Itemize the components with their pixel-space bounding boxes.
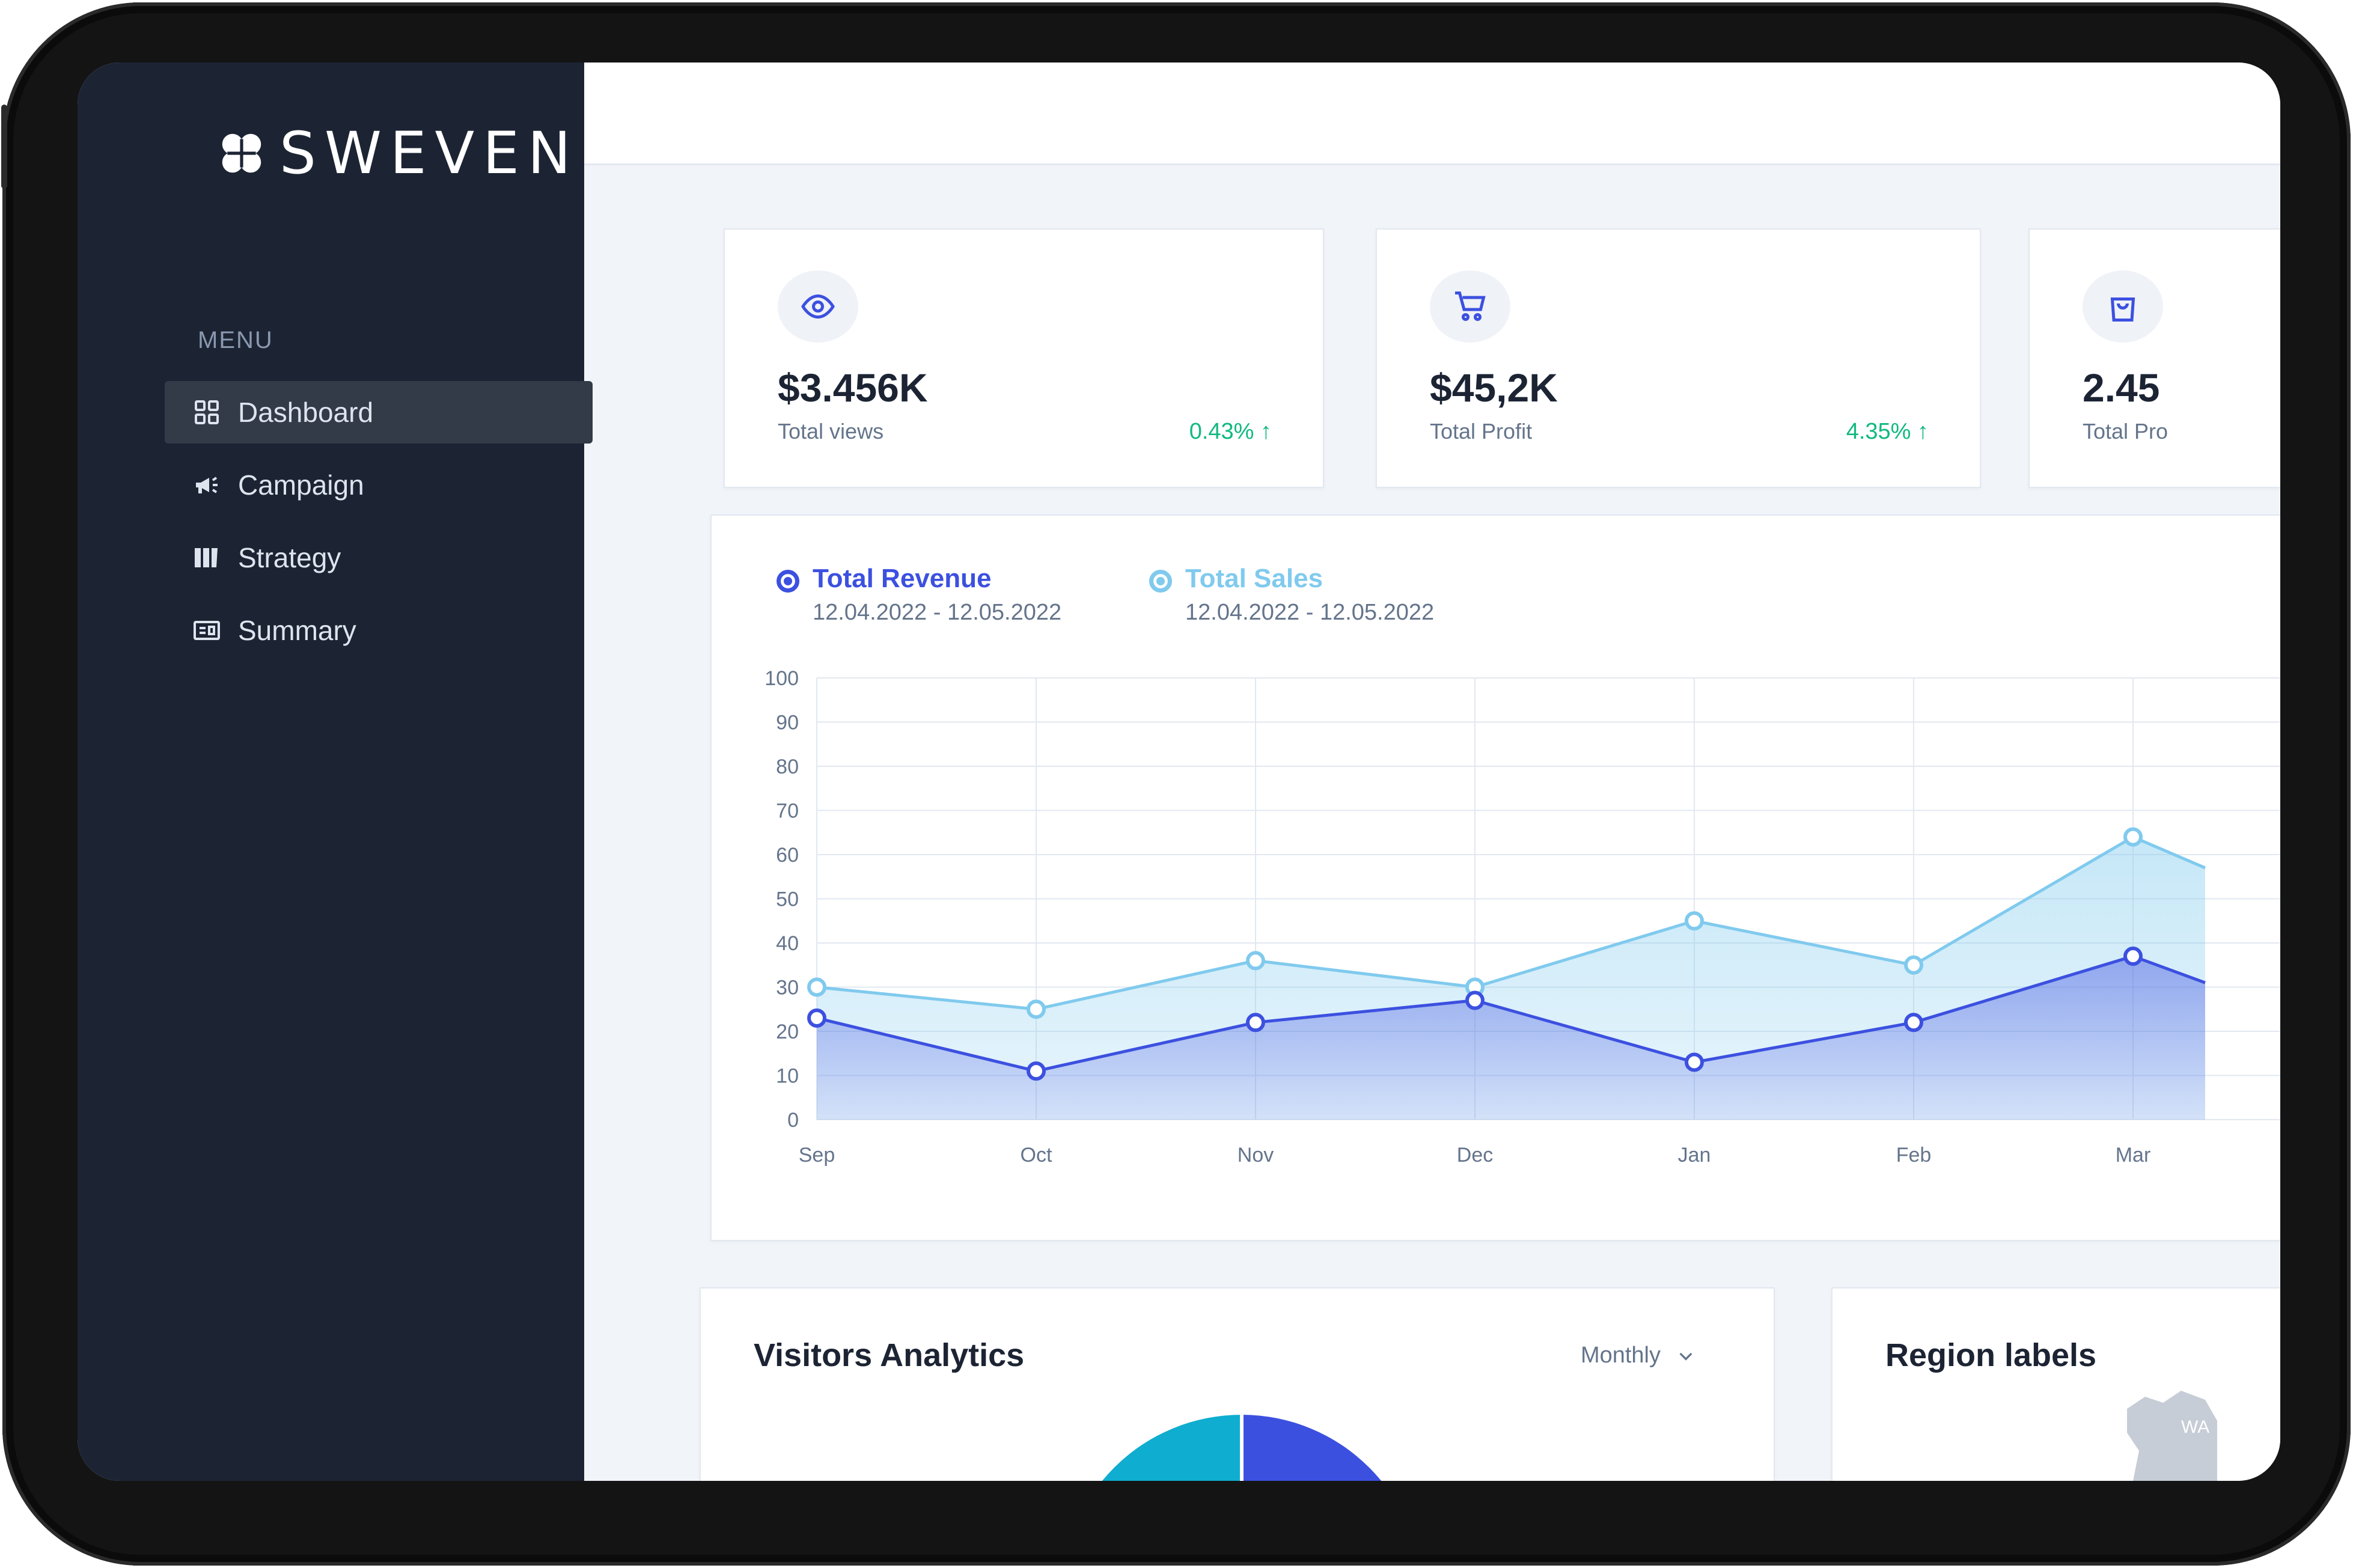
eye-icon — [801, 294, 835, 319]
data-point — [1685, 1052, 1704, 1072]
y-tick-label: 70 — [776, 800, 799, 823]
stat-value: 2.45 — [2083, 365, 2160, 410]
y-tick-label: 50 — [776, 888, 799, 911]
x-tick-label: Mar — [2116, 1144, 2151, 1167]
stat-change: 4.35% ↑ — [1846, 419, 1929, 445]
brand-name: SWEVEN — [279, 120, 579, 187]
data-point — [1685, 911, 1704, 931]
y-tick-label: 60 — [776, 844, 799, 867]
id-card-icon — [194, 621, 220, 640]
period-select[interactable]: Monthly — [1581, 1343, 1695, 1368]
y-tick-label: 0 — [787, 1109, 799, 1132]
sidebar-item-label: Strategy — [238, 542, 341, 573]
data-point — [1904, 955, 1923, 975]
x-tick-label: Oct — [1021, 1144, 1052, 1167]
grid-icon — [195, 400, 219, 424]
y-tick-label: 10 — [776, 1065, 799, 1088]
data-point — [1246, 1013, 1265, 1033]
chevron-down-icon — [1679, 1352, 1692, 1361]
menu-heading: MENU — [198, 327, 273, 353]
panel-title: Region labels — [1885, 1337, 2097, 1373]
screen: SWEVEN MENU Dashboard Campaign Strategy … — [78, 63, 2280, 1481]
y-tick-label: 80 — [776, 755, 799, 778]
stat-icon-wrap — [778, 270, 858, 343]
x-tick-label: Dec — [1457, 1144, 1493, 1167]
stat-change-value: 4.35% — [1846, 419, 1911, 444]
stat-change-value: 0.43% — [1189, 419, 1254, 444]
clover-icon — [222, 133, 261, 173]
shopping-bag-icon — [2110, 297, 2135, 322]
data-point — [1027, 1061, 1046, 1081]
sidebar-item-campaign[interactable]: Campaign — [165, 454, 593, 516]
stat-icon-wrap — [1430, 270, 1510, 343]
cart-icon — [1455, 291, 1486, 321]
arrow-up-icon: ↑ — [1917, 419, 1929, 444]
stat-change: 0.43% ↑ — [1189, 419, 1272, 445]
sidebar-item-label: Summary — [238, 615, 356, 646]
stat-label: Total Pro — [2083, 419, 2168, 444]
region-labels-card: Region labels WA — [1831, 1287, 2280, 1481]
data-point — [1904, 1013, 1923, 1033]
y-tick-label: 90 — [776, 712, 799, 734]
period-select-value: Monthly — [1580, 1343, 1661, 1368]
sidebar: SWEVEN MENU Dashboard Campaign Strategy … — [78, 63, 593, 1481]
sidebar-nav: Dashboard Campaign Strategy Summary — [165, 381, 593, 672]
x-tick-label: Jan — [1678, 1144, 1711, 1167]
stat-icon-wrap — [2083, 270, 2163, 343]
data-point — [807, 1008, 826, 1028]
sidebar-item-dashboard[interactable]: Dashboard — [165, 381, 593, 444]
data-point — [2123, 827, 2143, 847]
region-map: WA — [2127, 1391, 2217, 1481]
visitors-donut-chart — [1102, 1415, 1382, 1481]
revenue-area-chart: 0 10 20 30 40 50 60 70 80 90 100 Sep Oct Nov Dec Jan Feb… — [764, 667, 2280, 1167]
stat-value: $45,2K — [1430, 365, 1558, 410]
sidebar-item-strategy[interactable]: Strategy — [165, 526, 593, 589]
tablet-frame: SWEVEN MENU Dashboard Campaign Strategy … — [1, 2, 2351, 1566]
data-point — [2123, 947, 2143, 966]
stat-label: Total Profit — [1430, 419, 1533, 444]
columns-icon — [195, 548, 218, 567]
device-side-button — [1, 105, 7, 189]
data-point — [807, 977, 826, 997]
brand-logo[interactable]: SWEVEN — [216, 120, 579, 187]
data-point — [1027, 999, 1046, 1019]
x-tick-label: Sep — [799, 1144, 835, 1167]
sidebar-item-label: Campaign — [238, 469, 364, 501]
revenue-chart-card: Total Revenue 12.04.2022 - 12.05.2022 To… — [710, 514, 2280, 1241]
arrow-up-icon: ↑ — [1260, 419, 1272, 444]
y-tick-label: 30 — [776, 977, 799, 999]
y-tick-label: 100 — [764, 667, 799, 690]
sidebar-item-summary[interactable]: Summary — [165, 599, 593, 662]
donut-slice-2 — [1242, 1415, 1382, 1481]
top-header — [584, 63, 2280, 165]
y-tick-label: 40 — [776, 932, 799, 955]
panel-title: Visitors Analytics — [754, 1337, 1025, 1373]
stat-value: $3.456K — [778, 365, 928, 410]
x-tick-label: Feb — [1896, 1144, 1932, 1167]
sidebar-item-label: Dashboard — [238, 397, 374, 428]
x-tick-label: Nov — [1238, 1144, 1274, 1167]
stat-card-profit: $45,2K Total Profit 4.35% ↑ — [1376, 228, 1981, 488]
megaphone-icon — [196, 477, 218, 493]
stat-card-views: $3.456K Total views 0.43% ↑ — [724, 228, 1324, 488]
donut-slice-1 — [1102, 1415, 1242, 1481]
y-tick-label: 20 — [776, 1020, 799, 1043]
region-map-label: WA — [2181, 1417, 2209, 1437]
data-point — [1246, 951, 1265, 971]
main-content: $3.456K Total views 0.43% ↑ $45,2K Total… — [584, 63, 2280, 1481]
visitors-analytics-card: Visitors Analytics Monthly — [700, 1287, 1775, 1481]
stat-label: Total views — [778, 419, 884, 444]
data-point — [1465, 990, 1485, 1010]
stat-card-products: 2.45 Total Pro — [2028, 228, 2280, 488]
